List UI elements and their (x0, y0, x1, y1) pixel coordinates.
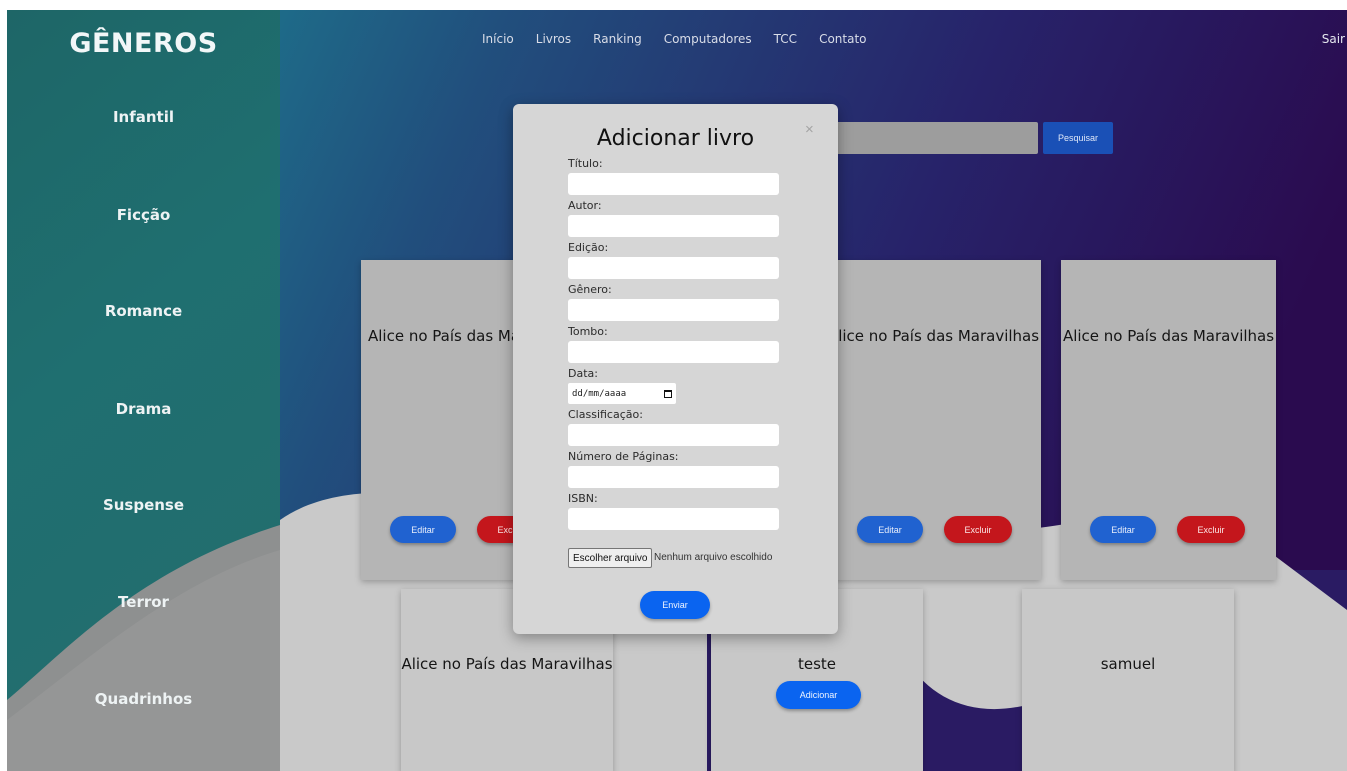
titulo-label: Título: (568, 157, 603, 170)
genre-ficcao[interactable]: Ficção (7, 206, 280, 224)
classificacao-input[interactable] (568, 424, 779, 446)
genre-terror[interactable]: Terror (7, 593, 280, 611)
date-placeholder: dd/mm/aaaa (572, 388, 627, 399)
book-card: Alice no País das Maravilhas Editar Excl… (1061, 260, 1276, 580)
logout-link[interactable]: Sair (1322, 32, 1345, 46)
add-book-button[interactable]: Adicionar (776, 681, 861, 709)
book-card: Alice no País das Maravilhas Editar Excl… (826, 260, 1041, 580)
genero-label: Gênero: (568, 283, 612, 296)
edit-button[interactable]: Editar (390, 516, 456, 543)
close-icon[interactable]: × (805, 121, 814, 138)
nav-ranking[interactable]: Ranking (593, 32, 642, 46)
autor-label: Autor: (568, 199, 602, 212)
app-window: GÊNEROS Infantil Ficção Romance Drama Su… (0, 0, 1347, 771)
edit-button[interactable]: Editar (857, 516, 923, 543)
search-button[interactable]: Pesquisar (1043, 122, 1113, 154)
genre-suspense[interactable]: Suspense (7, 496, 280, 514)
sidebar: GÊNEROS Infantil Ficção Romance Drama Su… (7, 10, 280, 771)
submit-button[interactable]: Enviar (640, 591, 710, 619)
tombo-input[interactable] (568, 341, 779, 363)
genre-drama[interactable]: Drama (7, 400, 280, 418)
nav-inicio[interactable]: Início (482, 32, 514, 46)
add-book-modal: Adicionar livro × Título: Autor: Edição:… (513, 104, 838, 634)
nav-computadores[interactable]: Computadores (664, 32, 752, 46)
book-title: Alice no País das Maravilhas (1062, 327, 1275, 345)
top-nav: Início Livros Ranking Computadores TCC C… (482, 32, 867, 46)
edit-button[interactable]: Editar (1090, 516, 1156, 543)
book-title: teste (797, 655, 837, 673)
choose-file-button[interactable]: Escolher arquivo (568, 548, 653, 568)
genre-infantil[interactable]: Infantil (7, 108, 280, 126)
classificacao-label: Classificação: (568, 408, 643, 421)
date-input[interactable]: dd/mm/aaaa (568, 383, 676, 404)
sidebar-title: GÊNEROS (69, 28, 218, 59)
book-card: samuel (1022, 589, 1234, 771)
tombo-label: Tombo: (568, 325, 608, 338)
book-title: Alice no País das Maravilhas (401, 655, 613, 673)
calendar-icon[interactable] (664, 389, 672, 398)
modal-title: Adicionar livro (596, 126, 755, 151)
nav-tcc[interactable]: TCC (774, 32, 797, 46)
genre-romance[interactable]: Romance (7, 302, 280, 320)
book-title: samuel (1100, 655, 1156, 673)
paginas-input[interactable] (568, 466, 779, 488)
titulo-input[interactable] (568, 173, 779, 195)
genre-quadrinhos[interactable]: Quadrinhos (7, 690, 280, 708)
isbn-input[interactable] (568, 508, 779, 530)
nav-contato[interactable]: Contato (819, 32, 866, 46)
file-status: Nenhum arquivo escolhido (654, 552, 773, 563)
search-input[interactable] (835, 122, 1038, 154)
genero-input[interactable] (568, 299, 779, 321)
page-content: GÊNEROS Infantil Ficção Romance Drama Su… (7, 10, 1347, 771)
paginas-label: Número de Páginas: (568, 450, 679, 463)
nav-livros[interactable]: Livros (536, 32, 571, 46)
autor-input[interactable] (568, 215, 779, 237)
delete-button[interactable]: Excluir (944, 516, 1012, 543)
book-title: Alice no País das Maravilhas (827, 327, 1040, 345)
edicao-label: Edição: (568, 241, 609, 254)
delete-button[interactable]: Excluir (1177, 516, 1245, 543)
top-border (0, 0, 1347, 10)
data-label: Data: (568, 367, 598, 380)
edicao-input[interactable] (568, 257, 779, 279)
isbn-label: ISBN: (568, 492, 598, 505)
